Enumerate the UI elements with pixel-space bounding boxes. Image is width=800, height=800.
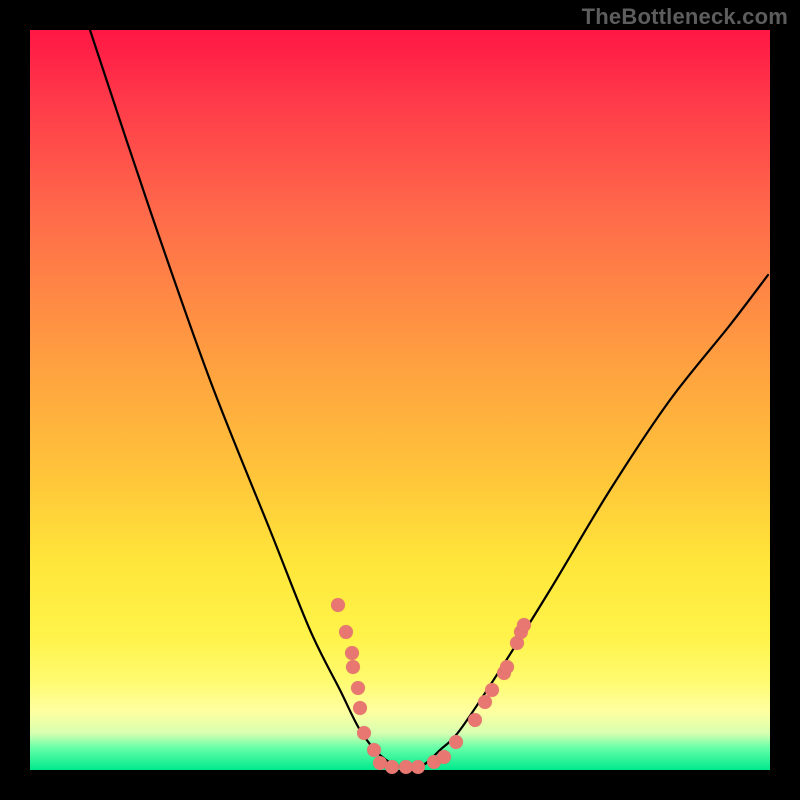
highlight-dot bbox=[345, 646, 359, 660]
highlight-dot bbox=[500, 660, 514, 674]
watermark-text: TheBottleneck.com bbox=[582, 4, 788, 30]
highlight-dot bbox=[346, 660, 360, 674]
highlight-dots-layer bbox=[30, 30, 770, 770]
highlight-dot bbox=[517, 618, 531, 632]
highlight-dot bbox=[449, 735, 463, 749]
chart-plot-area bbox=[30, 30, 770, 770]
highlight-dot bbox=[353, 701, 367, 715]
highlight-dot bbox=[468, 713, 482, 727]
highlight-dot bbox=[331, 598, 345, 612]
highlight-dot bbox=[478, 695, 492, 709]
highlight-dot bbox=[357, 726, 371, 740]
highlight-dot bbox=[351, 681, 365, 695]
highlight-dot bbox=[339, 625, 353, 639]
highlight-dot bbox=[411, 760, 425, 774]
highlight-dot bbox=[367, 743, 381, 757]
highlight-dot bbox=[485, 683, 499, 697]
highlight-dot bbox=[437, 750, 451, 764]
highlight-dot bbox=[385, 760, 399, 774]
